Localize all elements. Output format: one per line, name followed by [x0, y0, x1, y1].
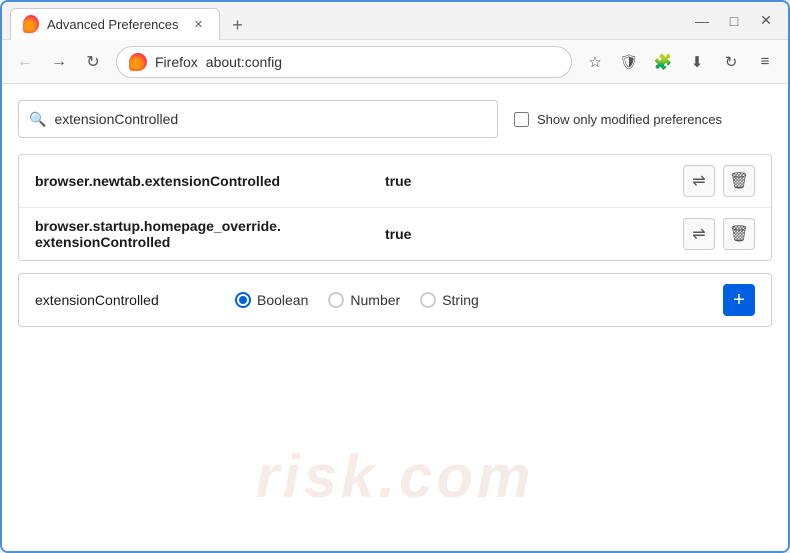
boolean-radio-dot — [239, 296, 247, 304]
title-bar: Advanced Preferences ✕ + — □ ✕ — [2, 2, 788, 40]
pref-value-1: true — [385, 173, 683, 189]
search-input[interactable] — [54, 111, 487, 127]
forward-button[interactable]: → — [44, 47, 74, 77]
pref-value-2: true — [385, 226, 683, 242]
swap-button-1[interactable]: ⇌ — [683, 165, 715, 197]
string-option[interactable]: String — [420, 292, 479, 308]
reload-button[interactable]: ↻ — [78, 47, 108, 77]
boolean-label: Boolean — [257, 292, 308, 308]
search-icon: 🔍 — [29, 111, 46, 128]
swap-button-2[interactable]: ⇌ — [683, 218, 715, 250]
preferences-table: browser.newtab.extensionControlled true … — [18, 154, 772, 261]
boolean-radio-circle[interactable] — [235, 292, 251, 308]
string-label: String — [442, 292, 479, 308]
new-tab-button[interactable]: + — [224, 11, 252, 39]
table-row: browser.newtab.extensionControlled true … — [19, 155, 771, 208]
number-radio-circle[interactable] — [328, 292, 344, 308]
pref-name-2: browser.startup.homepage_override. exten… — [35, 218, 385, 250]
boolean-option[interactable]: Boolean — [235, 292, 308, 308]
new-pref-name: extensionControlled — [35, 292, 235, 308]
search-row: 🔍 Show only modified preferences — [18, 100, 772, 138]
show-modified-checkbox-row[interactable]: Show only modified preferences — [514, 112, 722, 127]
add-preference-button[interactable]: + — [723, 284, 755, 316]
tab-close-button[interactable]: ✕ — [191, 16, 207, 32]
browser-label: Firefox — [155, 54, 198, 70]
download-icon[interactable]: ⬇ — [682, 47, 712, 77]
nav-bar: ← → ↻ Firefox about:config ☆ 🛡 🧩 ⬇ ↻ ≡ — [2, 40, 788, 84]
string-radio-circle[interactable] — [420, 292, 436, 308]
back-button[interactable]: ← — [10, 47, 40, 77]
delete-button-2[interactable]: 🗑 — [723, 218, 755, 250]
active-tab[interactable]: Advanced Preferences ✕ — [10, 8, 220, 40]
browser-window: Advanced Preferences ✕ + — □ ✕ ← → ↻ Fir… — [0, 0, 790, 553]
delete-button-1[interactable]: 🗑 — [723, 165, 755, 197]
show-modified-label: Show only modified preferences — [537, 112, 722, 127]
address-bar[interactable]: Firefox about:config — [116, 46, 572, 78]
pref-actions-2: ⇌ 🗑 — [683, 218, 755, 250]
close-button[interactable]: ✕ — [752, 7, 780, 35]
number-option[interactable]: Number — [328, 292, 400, 308]
sync-icon[interactable]: ↻ — [716, 47, 746, 77]
type-options: Boolean Number String — [235, 292, 723, 308]
watermark: risk.com — [256, 442, 535, 511]
extension-icon[interactable]: 🧩 — [648, 47, 678, 77]
menu-icon[interactable]: ≡ — [750, 47, 780, 77]
number-label: Number — [350, 292, 400, 308]
page-content: risk.com 🔍 Show only modified preference… — [2, 84, 788, 551]
pref-actions-1: ⇌ 🗑 — [683, 165, 755, 197]
table-row: browser.startup.homepage_override. exten… — [19, 208, 771, 260]
window-controls: — □ ✕ — [688, 7, 780, 35]
firefox-favicon-icon — [23, 15, 39, 33]
new-preference-row: extensionControlled Boolean Number Strin… — [18, 273, 772, 327]
url-text[interactable]: about:config — [206, 54, 282, 70]
nav-right-icons: ☆ 🛡 🧩 ⬇ ↻ ≡ — [580, 47, 780, 77]
firefox-icon — [129, 53, 147, 71]
show-modified-checkbox[interactable] — [514, 112, 529, 127]
bookmark-icon[interactable]: ☆ — [580, 47, 610, 77]
minimize-button[interactable]: — — [688, 7, 716, 35]
tab-title: Advanced Preferences — [47, 17, 179, 32]
pref-name-1: browser.newtab.extensionControlled — [35, 173, 385, 189]
shield-icon[interactable]: 🛡 — [614, 47, 644, 77]
tab-strip: Advanced Preferences ✕ + — [10, 2, 680, 39]
tab-favicon — [23, 16, 39, 32]
maximize-button[interactable]: □ — [720, 7, 748, 35]
preference-search-box[interactable]: 🔍 — [18, 100, 498, 138]
